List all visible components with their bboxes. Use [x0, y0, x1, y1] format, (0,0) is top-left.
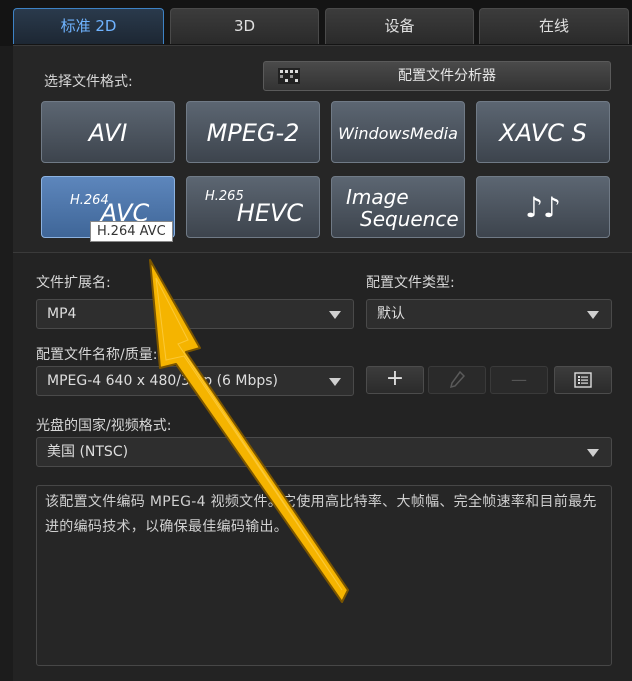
format-tooltip: H.264 AVC — [90, 221, 173, 242]
remove-profile-button[interactable]: — — [490, 366, 548, 394]
select-format-label: 选择文件格式: — [44, 74, 133, 90]
format-image-sequence-button[interactable]: Image Sequence — [331, 176, 465, 238]
profile-description: 该配置文件编码 MPEG-4 视频文件。它使用高比特率、大帧幅、完全帧速率和目前… — [36, 485, 612, 666]
dropdown-arrow-icon — [329, 311, 341, 319]
tab-device[interactable]: 设备 — [325, 8, 474, 44]
format-image-line1: Image — [346, 185, 409, 209]
profile-name-select[interactable]: MPEG-4 640 x 480/30 p (6 Mbps) — [36, 366, 354, 396]
plus-icon: + — [385, 366, 405, 391]
profile-details-button[interactable] — [554, 366, 612, 394]
profile-type-label: 配置文件类型: — [366, 275, 455, 291]
format-avi-button[interactable]: AVI — [41, 101, 175, 163]
profile-analyzer-label: 配置文件分析器 — [398, 68, 496, 84]
tab-online[interactable]: 在线 — [479, 8, 629, 44]
format-h265-hevc-label: HEVC — [236, 199, 304, 227]
format-avi-label: AVI — [88, 119, 128, 147]
region-format-select[interactable]: 美国 (NTSC) — [36, 437, 612, 467]
minus-icon: — — [511, 370, 527, 389]
format-xavc-s-button[interactable]: XAVC S — [476, 101, 610, 163]
profile-name-label: 配置文件名称/质量: — [36, 347, 158, 363]
file-extension-value: MP4 — [47, 306, 77, 322]
format-audio-button[interactable]: ♪♪ — [476, 176, 610, 238]
format-h265-hevc-button[interactable]: H.265 HEVC — [186, 176, 320, 238]
profile-name-value: MPEG-4 640 x 480/30 p (6 Mbps) — [47, 373, 278, 389]
tab-bar: 标准 2D 3D 设备 在线 — [0, 0, 632, 46]
dropdown-arrow-icon — [587, 311, 599, 319]
dropdown-arrow-icon — [587, 449, 599, 457]
file-extension-select[interactable]: MP4 — [36, 299, 354, 329]
region-format-value: 美国 (NTSC) — [47, 444, 129, 460]
music-notes-icon: ♪♪ — [525, 191, 561, 224]
region-format-label: 光盘的国家/视频格式: — [36, 418, 172, 434]
format-windowsmedia-label: WindowsMedia — [338, 124, 458, 143]
edit-profile-button[interactable] — [428, 366, 486, 394]
profile-type-select[interactable]: 默认 — [366, 299, 612, 329]
list-icon — [574, 372, 592, 388]
tab-3d[interactable]: 3D — [170, 8, 319, 44]
dropdown-arrow-icon — [329, 378, 341, 386]
tab-standard-2d[interactable]: 标准 2D — [13, 8, 164, 44]
profile-analyzer-button[interactable]: 配置文件分析器 — [263, 61, 611, 91]
profile-type-value: 默认 — [377, 306, 405, 322]
format-mpeg2-button[interactable]: MPEG-2 — [186, 101, 320, 163]
format-xavc-s-label: XAVC S — [499, 119, 587, 147]
file-extension-label: 文件扩展名: — [36, 275, 111, 291]
format-windowsmedia-button[interactable]: WindowsMedia — [331, 101, 465, 163]
add-profile-button[interactable]: + — [366, 366, 424, 394]
pencil-icon — [449, 370, 466, 389]
format-mpeg2-label: MPEG-2 — [206, 119, 300, 147]
format-sequence-line2: Sequence — [360, 207, 459, 231]
